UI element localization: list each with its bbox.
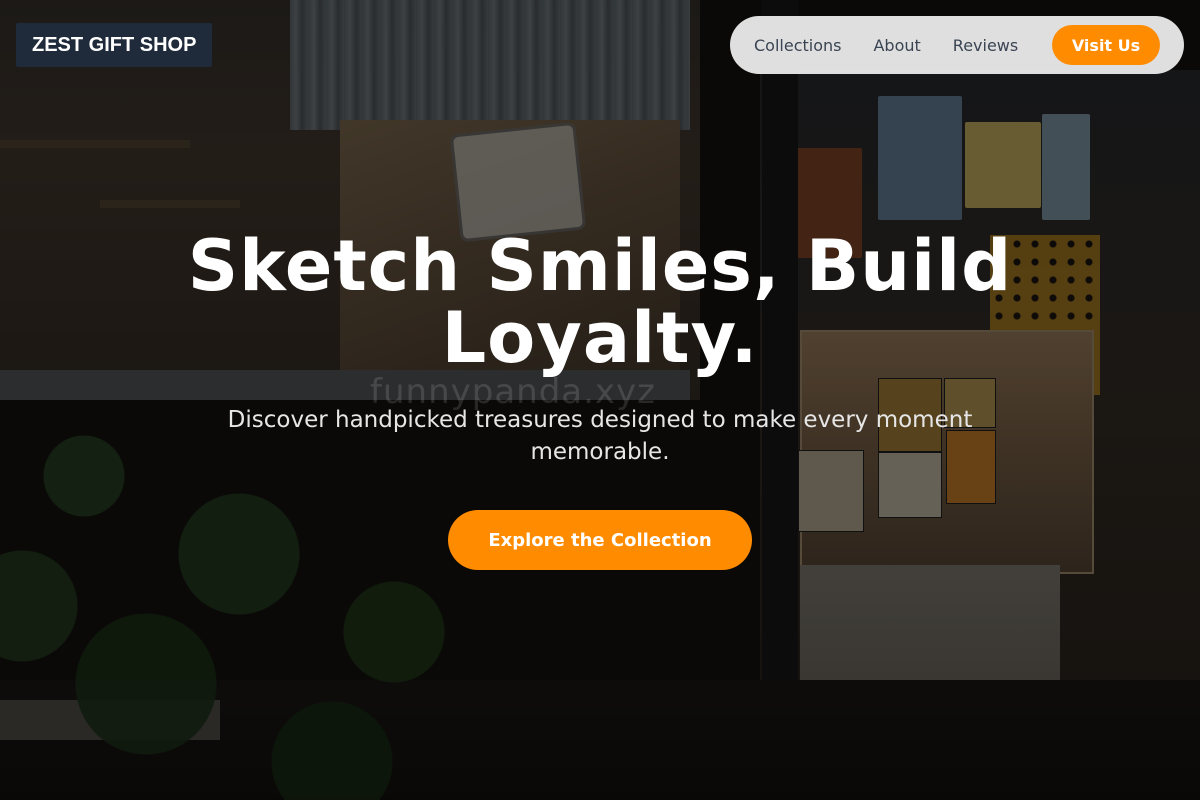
nav-link-about[interactable]: About	[873, 36, 920, 55]
hero-section: funnypanda.xyz ZEST GIFT SHOP Collection…	[0, 0, 1200, 800]
visit-us-button[interactable]: Visit Us	[1052, 25, 1160, 65]
nav-link-collections[interactable]: Collections	[754, 36, 841, 55]
explore-collection-button[interactable]: Explore the Collection	[448, 510, 752, 570]
site-logo[interactable]: ZEST GIFT SHOP	[16, 23, 213, 67]
hero-content: Sketch Smiles, Build Loyalty. Discover h…	[0, 230, 1200, 570]
top-navigation: Collections About Reviews Visit Us	[730, 16, 1184, 74]
nav-link-reviews[interactable]: Reviews	[953, 36, 1018, 55]
hero-title: Sketch Smiles, Build Loyalty.	[187, 225, 1013, 379]
hero-subtitle: Discover handpicked treasures designed t…	[227, 407, 973, 465]
